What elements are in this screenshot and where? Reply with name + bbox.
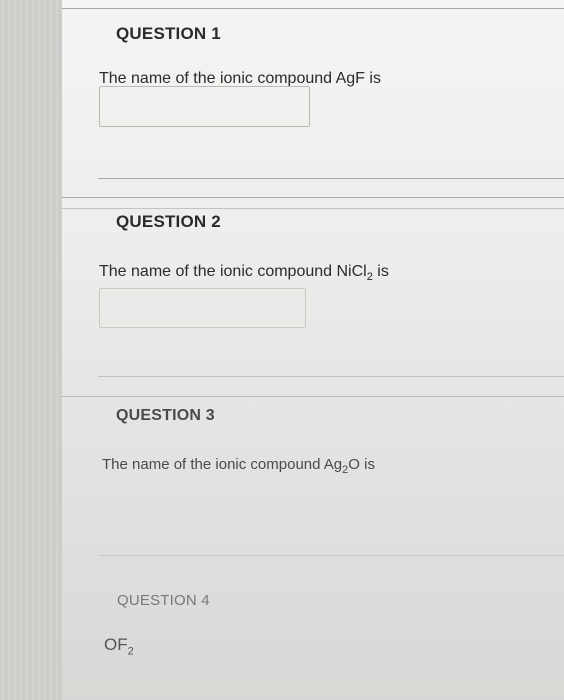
divider xyxy=(98,555,564,556)
question-4-prompt: OF2 xyxy=(104,635,134,657)
question-2-prompt: The name of the ionic compound NiCl2 is xyxy=(99,263,389,283)
divider xyxy=(62,197,564,198)
divider xyxy=(62,8,564,9)
question-2-prompt-text: The name of the ionic compound NiCl xyxy=(99,263,367,280)
question-3-title: QUESTION 3 xyxy=(116,407,215,424)
divider xyxy=(62,208,564,209)
question-3-prompt: The name of the ionic compound Ag2O is xyxy=(102,456,375,476)
question-2-title: QUESTION 2 xyxy=(116,212,221,231)
question-4-subscript: 2 xyxy=(127,645,134,658)
question-3-prompt-text: The name of the ionic compound Ag xyxy=(102,456,343,473)
background-left-strip xyxy=(0,0,62,700)
question-4-title: QUESTION 4 xyxy=(117,592,210,609)
question-2-prompt-suffix: is xyxy=(372,263,389,280)
divider xyxy=(62,396,564,397)
question-1-answer-input[interactable] xyxy=(99,86,310,127)
divider xyxy=(98,376,564,377)
question-4-prompt-text: OF xyxy=(104,635,128,654)
divider xyxy=(98,178,564,179)
question-2-answer-input[interactable] xyxy=(99,288,306,328)
question-1-title: QUESTION 1 xyxy=(116,24,221,43)
question-3-prompt-suffix: O is xyxy=(348,456,375,473)
question-1-prompt-text: The name of the ionic compound AgF is xyxy=(99,70,381,87)
